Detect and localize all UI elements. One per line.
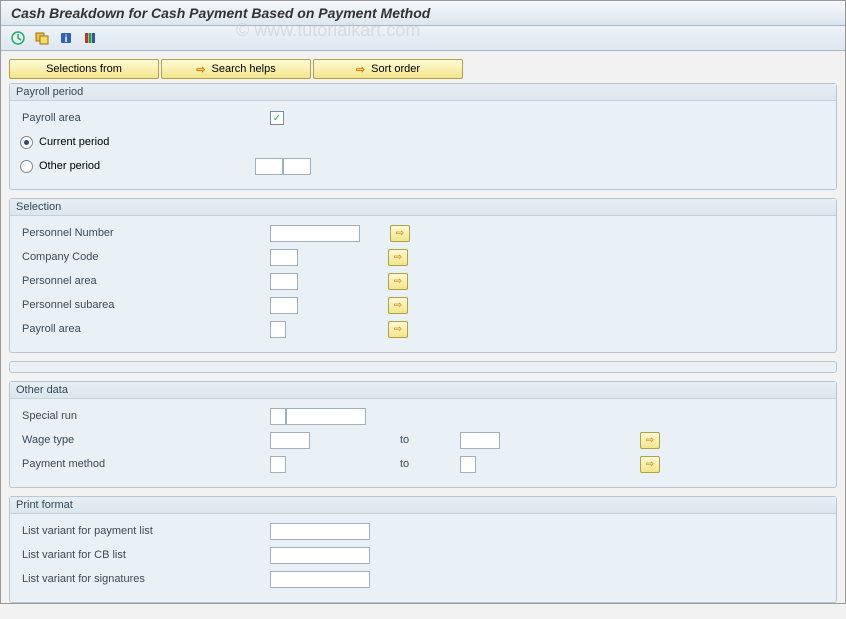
other-period-label: Other period: [39, 160, 255, 172]
sort-order-button[interactable]: ⇨ Sort order: [313, 59, 463, 79]
content-area: Payroll period Payroll area ✓ Current pe…: [1, 83, 845, 619]
group-title: Print format: [10, 497, 836, 514]
selection-group: Selection Personnel Number ⇨ Company Cod…: [9, 198, 837, 353]
special-run-input-1[interactable]: [270, 408, 286, 425]
payroll-area-checkbox[interactable]: ✓: [270, 111, 284, 125]
button-label: Sort order: [371, 63, 420, 75]
multiple-selection-button[interactable]: ⇨: [388, 273, 408, 290]
other-period-radio[interactable]: [20, 160, 33, 173]
multiple-selection-button[interactable]: ⇨: [640, 432, 660, 449]
personnel-area-label: Personnel area: [20, 275, 270, 287]
multiple-selection-button[interactable]: ⇨: [388, 321, 408, 338]
personnel-subarea-label: Personnel subarea: [20, 299, 270, 311]
variant-icon[interactable]: [33, 29, 51, 47]
payment-method-label: Payment method: [20, 458, 270, 470]
personnel-area-input[interactable]: [270, 273, 298, 290]
payment-method-from-input[interactable]: [270, 456, 286, 473]
search-helps-button[interactable]: ⇨ Search helps: [161, 59, 311, 79]
list-variant-payment-input[interactable]: [270, 523, 370, 540]
other-period-input-1[interactable]: [255, 158, 283, 175]
multiple-selection-button[interactable]: ⇨: [388, 249, 408, 266]
selections-from-button[interactable]: Selections from: [9, 59, 159, 79]
payroll-period-group: Payroll period Payroll area ✓ Current pe…: [9, 83, 837, 190]
svg-text:i: i: [65, 34, 68, 45]
arrow-right-icon: ⇨: [356, 63, 365, 76]
list-variant-cb-input[interactable]: [270, 547, 370, 564]
arrow-right-icon: ⇨: [196, 63, 205, 76]
app-toolbar: i © www.tutorialkart.com: [1, 26, 845, 51]
multiple-selection-button[interactable]: ⇨: [390, 225, 410, 242]
spacer: [9, 361, 837, 373]
wage-type-to-input[interactable]: [460, 432, 500, 449]
special-run-input-2[interactable]: [286, 408, 366, 425]
wage-type-from-input[interactable]: [270, 432, 310, 449]
group-title: Selection: [10, 199, 836, 216]
button-label: Selections from: [46, 63, 122, 75]
to-label: to: [400, 458, 460, 470]
personnel-subarea-input[interactable]: [270, 297, 298, 314]
personnel-number-label: Personnel Number: [20, 227, 270, 239]
button-label: Search helps: [212, 63, 276, 75]
company-code-input[interactable]: [270, 249, 298, 266]
group-title: Other data: [10, 382, 836, 399]
wage-type-label: Wage type: [20, 434, 270, 446]
group-title: Payroll period: [10, 84, 836, 101]
payroll-area-sel-input[interactable]: [270, 321, 286, 338]
page-title: Cash Breakdown for Cash Payment Based on…: [1, 1, 845, 26]
execute-icon[interactable]: [9, 29, 27, 47]
list-variant-sign-input[interactable]: [270, 571, 370, 588]
payroll-area-label: Payroll area: [20, 112, 270, 124]
action-button-row: Selections from ⇨ Search helps ⇨ Sort or…: [1, 51, 845, 83]
special-run-label: Special run: [20, 410, 270, 422]
other-data-group: Other data Special run Wage type to ⇨ Pa…: [9, 381, 837, 488]
multiple-selection-button[interactable]: ⇨: [640, 456, 660, 473]
current-period-radio[interactable]: [20, 136, 33, 149]
print-format-group: Print format List variant for payment li…: [9, 496, 837, 603]
payroll-area-sel-label: Payroll area: [20, 323, 270, 335]
current-period-label: Current period: [39, 136, 109, 148]
list-variant-payment-label: List variant for payment list: [20, 525, 270, 537]
info-icon[interactable]: i: [57, 29, 75, 47]
list-variant-sign-label: List variant for signatures: [20, 573, 270, 585]
color-legend-icon[interactable]: [81, 29, 99, 47]
company-code-label: Company Code: [20, 251, 270, 263]
payment-method-to-input[interactable]: [460, 456, 476, 473]
list-variant-cb-label: List variant for CB list: [20, 549, 270, 561]
to-label: to: [400, 434, 460, 446]
other-period-input-2[interactable]: [283, 158, 311, 175]
personnel-number-input[interactable]: [270, 225, 360, 242]
multiple-selection-button[interactable]: ⇨: [388, 297, 408, 314]
